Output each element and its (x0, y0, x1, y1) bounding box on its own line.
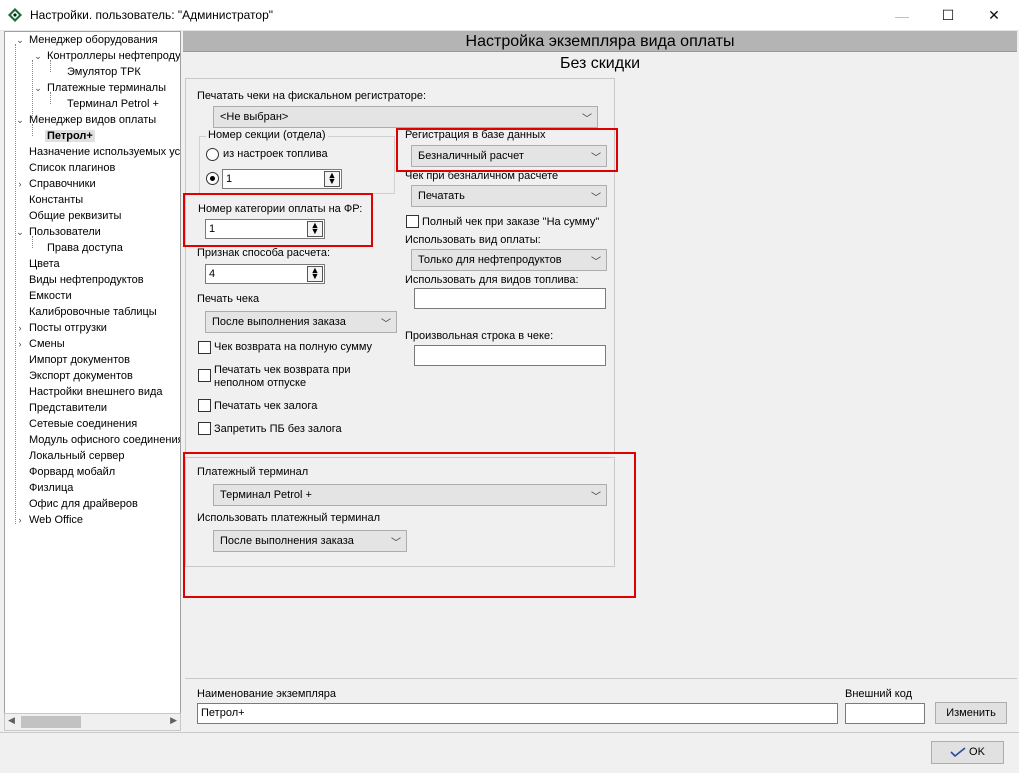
use-payment-select[interactable]: Только для нефтепродуктов ﹀ (411, 249, 607, 271)
section-from-fuel-label: из настроек топлива (223, 148, 328, 160)
tree-item-colors[interactable]: Цвета (27, 256, 62, 272)
window-title: Настройки. пользователь: "Администратор" (30, 8, 274, 22)
expand-chevron-icon[interactable]: ⌄ (15, 112, 25, 128)
close-button[interactable]: ✕ (971, 0, 1017, 31)
partial-return-label-line1: Печатать чек возврата при (214, 364, 351, 376)
collapsed-chevron-icon[interactable]: › (15, 320, 25, 336)
print-check-label: Печать чека (197, 293, 260, 305)
partial-return-checkbox[interactable] (198, 369, 211, 382)
tree-item-representatives[interactable]: Представители (27, 400, 109, 416)
section-number-spinner[interactable]: 1 ▲ ▼ (222, 169, 342, 189)
tree-item-tanks[interactable]: Емкости (27, 288, 74, 304)
tree-item-trk-emulator[interactable]: Эмулятор ТРК (65, 64, 143, 80)
noncash-check-select[interactable]: Печатать ﹀ (411, 185, 607, 207)
full-return-label: Чек возврата на полную сумму (214, 341, 373, 353)
fiscal-register-select[interactable]: <Не выбран> ﹀ (213, 106, 598, 128)
page-title: Настройка экземпляра вида оплаты (183, 31, 1017, 52)
tree-item-local-server[interactable]: Локальный сервер (27, 448, 127, 464)
tree-item-fuel-types[interactable]: Виды нефтепродуктов (27, 272, 146, 288)
chevron-down-icon: ﹀ (381, 319, 391, 330)
full-check-sum-checkbox[interactable] (406, 215, 419, 228)
tree-item-equipment-manager[interactable]: ⌄ Менеджер оборудования (16, 32, 160, 48)
tree-horizontal-scrollbar[interactable]: ◀ ▶ (4, 713, 181, 731)
section-manual-radio[interactable] (206, 172, 219, 185)
scrollbar-thumb[interactable] (21, 716, 81, 728)
external-code-input[interactable] (845, 703, 925, 724)
tree-item-driver-office[interactable]: Офис для драйверов (27, 496, 140, 512)
tree-item-office-connection-module[interactable]: Модуль офисного соединения (27, 432, 180, 448)
tree-item-access-rights[interactable]: Права доступа (45, 240, 125, 256)
tree-item-fuel-controllers[interactable]: ⌄Контроллеры нефтепродуктов (34, 48, 180, 64)
tree-item-network-connections[interactable]: Сетевые соединения (27, 416, 139, 432)
tree-item-plugins[interactable]: Список плагинов (27, 160, 117, 176)
collapsed-chevron-icon[interactable]: › (15, 176, 25, 192)
tree-item-constants[interactable]: Константы (27, 192, 85, 208)
forbid-pb-checkbox[interactable] (198, 422, 211, 435)
tree-item-petrol-plus[interactable]: Петрол+ (45, 128, 95, 144)
payment-method-label: Признак способа расчета: (197, 247, 330, 259)
tree-item-common-attributes[interactable]: Общие реквизиты (27, 208, 123, 224)
expand-chevron-icon[interactable]: ⌄ (33, 48, 43, 64)
expand-chevron-icon[interactable]: ⌄ (15, 32, 25, 48)
tree-item-shifts[interactable]: › Смены (19, 336, 67, 352)
chevron-down-icon: ﹀ (591, 257, 601, 268)
tree-item-payment-terminals[interactable]: ⌄ Платежные терминалы (34, 80, 168, 96)
forbid-pb-label: Запретить ПБ без залога (214, 423, 342, 435)
tree-item-users[interactable]: ⌄ Пользователи (16, 224, 103, 240)
chevron-down-icon: ﹀ (591, 193, 601, 204)
scroll-right-icon[interactable]: ▶ (170, 715, 177, 726)
ok-check-icon (950, 747, 966, 758)
expand-chevron-icon[interactable]: ⌄ (33, 80, 43, 96)
fiscal-register-label: Печатать чеки на фискальном регистраторе… (197, 90, 427, 102)
tree-item-appearance[interactable]: Настройки внешнего вида (27, 384, 165, 400)
use-fuel-types-label: Использовать для видов топлива: (405, 274, 579, 286)
tree-item-shipment-posts[interactable]: › Посты отгрузки (19, 320, 109, 336)
change-button[interactable]: Изменить (935, 702, 1007, 724)
use-fuel-types-input[interactable] (414, 288, 606, 309)
settings-tree[interactable]: ⌄ Менеджер оборудования ⌄ Контроллеры нефт… (4, 31, 181, 731)
spinner-arrows-icon[interactable]: ▲ ▼ (307, 266, 323, 282)
tree-item-directories[interactable]: › Справочники (19, 176, 98, 192)
tree-item-forward-mobile[interactable]: Форвард мобайл (27, 464, 117, 480)
section-from-fuel-radio[interactable] (206, 148, 219, 161)
collapsed-chevron-icon[interactable]: › (15, 336, 25, 352)
expand-chevron-icon[interactable]: ⌄ (15, 224, 25, 240)
external-code-label: Внешний код (845, 688, 913, 700)
highlight-db-registration (396, 128, 618, 172)
scroll-left-icon[interactable]: ◀ (8, 715, 15, 726)
full-check-sum-label: Полный чек при заказе "На сумму" (422, 216, 600, 228)
app-icon (8, 8, 22, 22)
minimize-button[interactable]: — (879, 0, 925, 31)
page-subtitle: Без скидки (559, 55, 641, 72)
dialog-footer (0, 732, 1019, 773)
tree-item-calibration-tables[interactable]: Калибровочные таблицы (27, 304, 159, 320)
use-payment-label: Использовать вид оплаты: (405, 234, 541, 246)
tree-item-device-assignment[interactable]: Назначение используемых устройств (27, 144, 180, 160)
ok-button[interactable]: OK (931, 741, 1004, 764)
title-bar: Настройки. пользователь: "Администратор"… (0, 0, 1019, 31)
deposit-check-checkbox[interactable] (198, 399, 211, 412)
tree-item-web-office[interactable]: › Web Office (19, 512, 85, 528)
highlight-category (183, 193, 373, 247)
deposit-check-label: Печатать чек залога (214, 400, 318, 412)
section-group-label: Номер секции (отдела) (206, 129, 328, 141)
print-check-select[interactable]: После выполнения заказа ﹀ (205, 311, 397, 333)
custom-line-label: Произвольная строка в чеке: (405, 330, 554, 342)
tree-item-export-documents[interactable]: Экспорт документов (27, 368, 135, 384)
maximize-button[interactable]: ☐ (925, 0, 971, 31)
highlight-payment-terminal (183, 452, 636, 598)
instance-name-input[interactable]: Петрол+ (197, 703, 838, 724)
full-return-checkbox[interactable] (198, 341, 211, 354)
collapsed-chevron-icon[interactable]: › (15, 512, 25, 528)
tree-item-terminal-petrol[interactable]: Терминал Petrol + (65, 96, 161, 112)
chevron-down-icon: ﹀ (582, 114, 592, 125)
spinner-arrows-icon[interactable]: ▲ ▼ (324, 171, 340, 187)
partial-return-label-line2: неполном отпуске (214, 377, 307, 389)
tree-item-individuals[interactable]: Физлица (27, 480, 75, 496)
payment-method-spinner[interactable]: 4 ▲ ▼ (205, 264, 325, 284)
instance-name-label: Наименование экземпляра (197, 688, 337, 700)
custom-line-input[interactable] (414, 345, 606, 366)
tree-item-payment-types-manager[interactable]: ⌄ Менеджер видов оплаты (16, 112, 158, 128)
tree-item-import-documents[interactable]: Импорт документов (27, 352, 132, 368)
